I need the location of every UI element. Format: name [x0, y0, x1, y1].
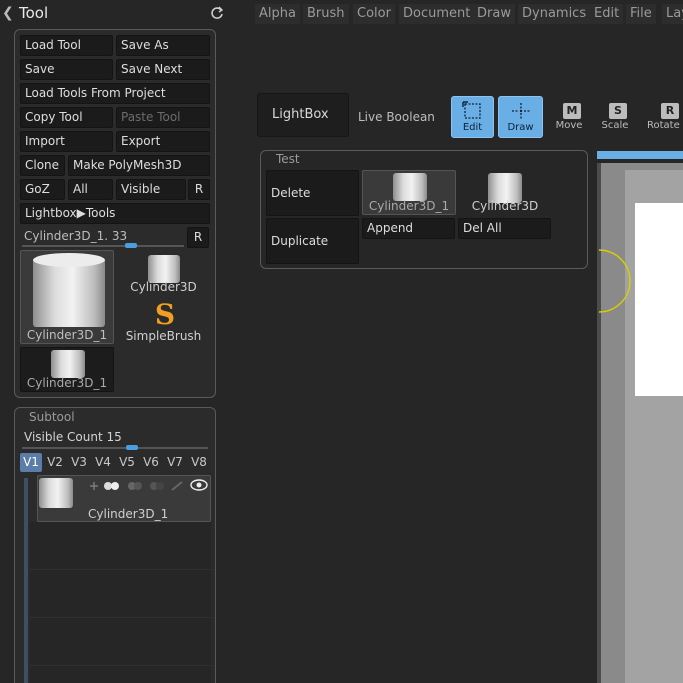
goz-button[interactable]: GoZ — [20, 179, 65, 200]
tool-header: ❮ Tool — [0, 0, 230, 28]
make-polymesh3d-button[interactable]: Make PolyMesh3D — [68, 155, 210, 176]
live-boolean-label: Live Boolean — [358, 110, 435, 124]
cylinder-icon — [148, 255, 180, 283]
refresh-icon[interactable] — [210, 6, 224, 20]
goz-visible-button[interactable]: Visible — [116, 179, 186, 200]
save-as-button[interactable]: Save As — [116, 35, 210, 56]
live-boolean-button[interactable]: Live Boolean — [353, 96, 438, 136]
cylinder-icon — [51, 350, 85, 378]
visible-count-thumb[interactable] — [126, 445, 138, 450]
cylinder-icon — [39, 478, 73, 508]
thumb-label: Cylinder3D_1 — [368, 199, 450, 213]
load-tool-button[interactable]: Load Tool — [20, 35, 113, 56]
move-button[interactable]: M Move — [551, 100, 587, 134]
edit-button[interactable]: Edit — [451, 96, 494, 138]
subtool-title: Subtool — [29, 410, 75, 424]
scale-icon: S — [609, 103, 627, 119]
tool-slider-r-button[interactable]: R — [187, 227, 209, 248]
cylinder-top-shape — [33, 253, 105, 267]
draw-button[interactable]: Draw — [498, 96, 543, 138]
eye-icon[interactable] — [190, 478, 208, 492]
save-next-button[interactable]: Save Next — [116, 59, 210, 80]
visibility-tab-v1[interactable]: V1 — [20, 453, 42, 472]
visibility-tab-v7[interactable]: V7 — [164, 453, 186, 472]
visible-count-track[interactable] — [22, 447, 208, 449]
tool-thumb-simplebrush[interactable]: S SimpleBrush — [117, 299, 210, 345]
visible-count-label: Visible Count 15 — [24, 430, 122, 444]
copy-tool-button[interactable]: Copy Tool — [20, 107, 113, 128]
test-thumb-cylinder3d[interactable]: Cylinder3D — [459, 170, 551, 215]
test-panel-title: Test — [276, 152, 300, 166]
menu-item-color[interactable]: Color — [353, 4, 395, 24]
cylinder-icon — [33, 259, 105, 327]
menu-item-file[interactable]: File — [626, 4, 656, 24]
goz-r-button[interactable]: R — [188, 179, 210, 200]
tool-title: Tool — [19, 4, 49, 22]
tool-thumb-cylinder3d-1-small[interactable]: Cylinder3D_1 — [20, 347, 114, 392]
rotate-button[interactable]: R Rotate — [647, 100, 683, 134]
scale-button[interactable]: S Scale — [597, 100, 633, 134]
thumb-label: Cylinder3D_1 — [26, 328, 108, 342]
save-button[interactable]: Save — [20, 59, 113, 80]
visibility-tab-v6[interactable]: V6 — [140, 453, 162, 472]
thumb-label: Cylinder3D — [130, 280, 197, 294]
draw-label: Draw — [507, 122, 534, 133]
rotate-icon: R — [661, 103, 679, 119]
duplicate-button[interactable]: Duplicate — [266, 218, 359, 264]
delete-button[interactable]: Delete — [266, 170, 359, 216]
rotate-label: Rotate — [647, 120, 680, 131]
visibility-tab-v8[interactable]: V8 — [188, 453, 210, 472]
menu-item-lay[interactable]: Lay — [662, 4, 683, 24]
edit-label: Edit — [462, 122, 483, 133]
edit-icon — [462, 101, 481, 119]
subtool-item-label: Cylinder3D_1 — [88, 507, 169, 521]
back-arrow-icon[interactable]: ❮ — [2, 5, 14, 21]
scale-label: Scale — [601, 120, 629, 131]
load-tools-from-project-button[interactable]: Load Tools From Project — [20, 83, 210, 104]
menu-item-edit[interactable]: Edit — [590, 4, 624, 24]
del-all-button[interactable]: Del All — [458, 218, 551, 239]
tool-thumb-cylinder3d[interactable]: Cylinder3D — [117, 250, 210, 296]
visibility-tab-v4[interactable]: V4 — [92, 453, 114, 472]
cylinder-icon — [393, 173, 427, 201]
subtool-empty-slots — [30, 522, 211, 683]
clone-button[interactable]: Clone — [20, 155, 65, 176]
append-button[interactable]: Append — [362, 218, 455, 239]
menu-item-brush[interactable]: Brush — [303, 4, 349, 24]
export-button[interactable]: Export — [116, 131, 210, 152]
draw-icon — [512, 103, 530, 119]
lightbox-label: LightBox — [272, 107, 329, 122]
simplebrush-icon: S — [154, 298, 176, 331]
thumb-label: SimpleBrush — [125, 329, 202, 343]
gizmo-ring-icon — [598, 249, 631, 313]
subtool-item[interactable]: Cylinder3D_1 — [37, 475, 211, 522]
subtool-scrollbar[interactable] — [24, 478, 28, 683]
goz-all-button[interactable]: All — [68, 179, 113, 200]
canvas-white-area[interactable] — [635, 203, 683, 396]
import-button[interactable]: Import — [20, 131, 113, 152]
tool-thumb-cylinder3d-1[interactable]: Cylinder3D_1 — [20, 250, 114, 344]
tool-slider-thumb[interactable] — [125, 243, 137, 248]
visibility-tab-v2[interactable]: V2 — [44, 453, 66, 472]
move-icon: M — [563, 103, 581, 119]
tool-slider-track[interactable] — [22, 245, 184, 247]
menu-item-document[interactable]: Document — [399, 4, 475, 24]
thumb-label: Cylinder3D — [471, 199, 539, 213]
thumb-label: Cylinder3D_1 — [26, 376, 108, 390]
menu-item-alpha[interactable]: Alpha — [255, 4, 300, 24]
canvas-top-strip — [597, 151, 683, 159]
move-label: Move — [555, 120, 583, 131]
paste-tool-button[interactable]: Paste Tool — [116, 107, 210, 128]
lightbox-button[interactable]: LightBox — [257, 93, 349, 137]
menu-item-dynamics[interactable]: Dynamics — [518, 4, 591, 24]
lightbox-tools-button[interactable]: Lightbox▶Tools — [20, 203, 210, 224]
tool-slider-label: Cylinder3D_1. 33 — [24, 229, 128, 243]
visibility-tab-v5[interactable]: V5 — [116, 453, 138, 472]
visibility-tab-v3[interactable]: V3 — [68, 453, 90, 472]
menu-item-draw[interactable]: Draw — [473, 4, 515, 24]
test-thumb-cylinder3d-1[interactable]: Cylinder3D_1 — [362, 170, 456, 215]
